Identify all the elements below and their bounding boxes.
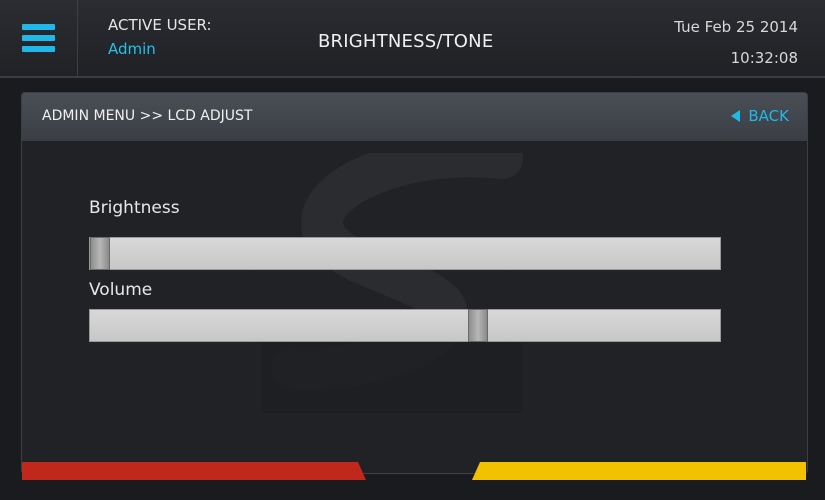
volume-slider-thumb[interactable] <box>468 309 489 342</box>
brightness-slider-thumb[interactable] <box>90 237 110 270</box>
menu-icon-bar <box>22 46 55 52</box>
datetime: Tue Feb 25 2014 10:32:08 <box>674 18 798 67</box>
triangle-left-icon <box>731 110 741 122</box>
red-status-bar <box>22 462 366 480</box>
brightness-slider[interactable] <box>89 237 721 270</box>
screen-title: BRIGHTNESS/TONE <box>318 31 494 52</box>
menu-icon <box>22 24 55 30</box>
menu-icon-bar <box>22 35 55 41</box>
menu-button[interactable] <box>0 0 78 76</box>
active-user-value: Admin <box>108 40 156 58</box>
logo-watermark <box>262 153 523 413</box>
brightness-label: Brightness <box>89 198 180 218</box>
panel-header: ADMIN MENU >> LCD ADJUST BACK <box>22 93 807 141</box>
date-text: Tue Feb 25 2014 <box>674 18 798 36</box>
back-label: BACK <box>748 107 789 125</box>
breadcrumb: ADMIN MENU >> LCD ADJUST <box>42 108 253 124</box>
top-bar: ACTIVE USER: Admin BRIGHTNESS/TONE Tue F… <box>0 0 825 78</box>
back-button[interactable]: BACK <box>731 107 789 125</box>
volume-label: Volume <box>89 280 153 300</box>
active-user-label: ACTIVE USER: <box>108 16 212 34</box>
volume-slider[interactable] <box>89 309 721 342</box>
yellow-status-bar <box>472 462 806 480</box>
time-text: 10:32:08 <box>730 49 798 67</box>
lcd-adjust-panel: ADMIN MENU >> LCD ADJUST BACK Brightness… <box>21 92 808 474</box>
status-bars <box>22 462 806 480</box>
active-user-info: ACTIVE USER: Admin <box>108 16 212 58</box>
